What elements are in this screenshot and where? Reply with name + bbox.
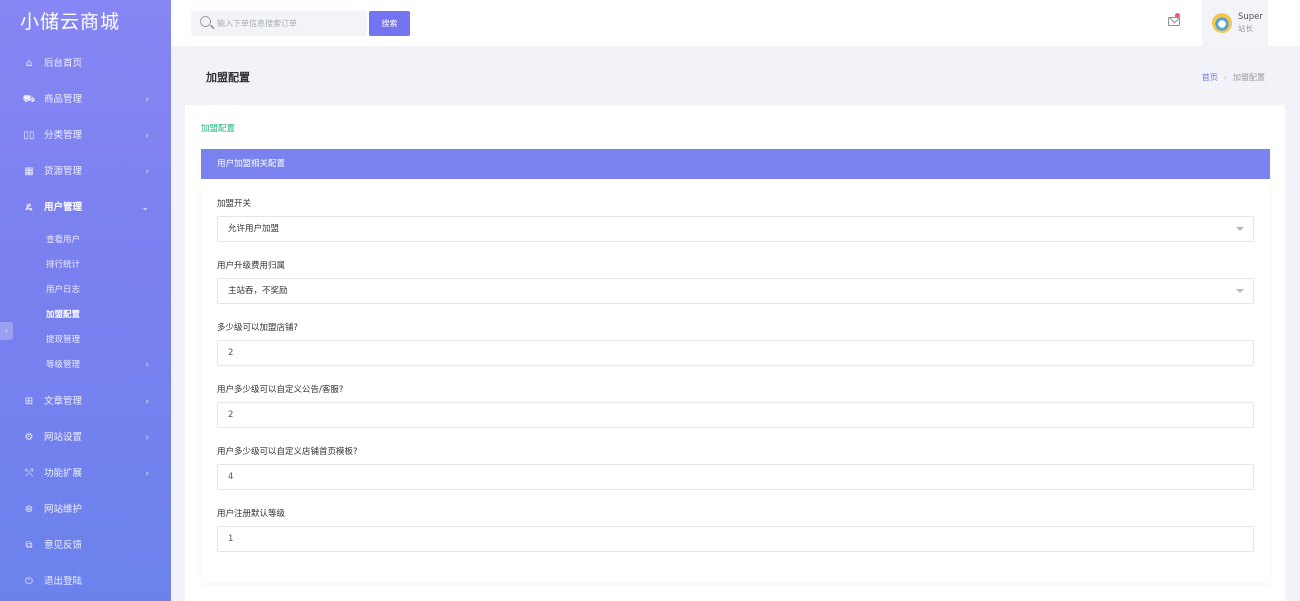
search-icon: [200, 16, 211, 27]
chevron-right-icon: ›: [145, 360, 149, 370]
nav-site-settings[interactable]: ⚙ 网站设置 ›: [0, 420, 171, 456]
book-icon: ⊞: [24, 396, 34, 407]
field-label-franchise-level: 多少级可以加盟店铺?: [217, 323, 299, 333]
chevron-right-icon: ›: [145, 469, 149, 479]
notice-level-input[interactable]: 2: [217, 402, 1254, 428]
field-label-franchise-switch: 加盟开关: [217, 199, 252, 209]
sub-item-ranking[interactable]: 排行统计: [0, 253, 171, 278]
content-card: 加盟配置 用户加盟相关配置 加盟开关 允许用户加盟 用户升级费用归属 主站吞，不…: [185, 105, 1285, 601]
nav-label: 功能扩展: [44, 468, 83, 479]
field-label-upgrade-fee: 用户升级费用归属: [217, 261, 286, 271]
nav-label: 网站维护: [44, 504, 83, 515]
chevron-down-icon: ⌄: [141, 203, 149, 213]
power-icon: ⏻: [25, 576, 33, 587]
sub-item-view-users[interactable]: 查看用户: [0, 228, 171, 253]
nav-label: 网站设置: [44, 432, 83, 443]
user-icon: ዴ: [25, 202, 33, 213]
page-header: 加盟配置 首页 › 加盟配置: [171, 46, 1300, 104]
sidebar: 小储云商城 ⌂ 后台首页 ⛟ 商品管理 › ▯▯ 分类管理 › ▦ 货源管理 › ዴ 用户…: [0, 0, 171, 601]
config-panel: 用户加盟相关配置 加盟开关 允许用户加盟 用户升级费用归属 主站吞，不奖励 多少…: [201, 149, 1270, 583]
breadcrumb-separator: ›: [1223, 73, 1227, 82]
search-button[interactable]: 搜索: [369, 11, 410, 36]
feedback-icon: ⧉: [25, 540, 33, 551]
nav-products[interactable]: ⛟ 商品管理 ›: [0, 82, 171, 118]
nav-users[interactable]: ዴ 用户管理 ⌄: [0, 190, 171, 226]
user-name: Super: [1238, 12, 1263, 22]
default-level-input[interactable]: 1: [217, 526, 1254, 552]
caret-down-icon: [1236, 289, 1244, 293]
nav-label: 文章管理: [44, 396, 83, 407]
topbar: 搜索 Super 站长: [171, 0, 1300, 46]
sub-item-withdrawals[interactable]: 提现管理: [0, 328, 171, 353]
mail-icon[interactable]: [1168, 17, 1180, 26]
chevron-right-icon: ›: [145, 433, 149, 443]
select-value: 主站吞，不奖励: [228, 286, 288, 296]
nav-articles[interactable]: ⊞ 文章管理 ›: [0, 384, 171, 420]
chevron-right-icon: ›: [5, 327, 8, 335]
grid-icon: ▦: [24, 166, 34, 177]
nav-label: 意见反馈: [44, 540, 83, 551]
franchise-level-input[interactable]: 2: [217, 340, 1254, 366]
template-level-input[interactable]: 4: [217, 464, 1254, 490]
field-label-notice-level: 用户多少级可以自定义公告/客服?: [217, 385, 344, 395]
franchise-switch-select[interactable]: 允许用户加盟: [217, 216, 1254, 242]
nav-label: 后台首页: [44, 58, 83, 69]
nav-feedback[interactable]: ⧉ 意见反馈: [0, 528, 171, 564]
nav-dashboard[interactable]: ⌂ 后台首页: [0, 46, 171, 82]
sub-item-franchise-config[interactable]: 加盟配置: [0, 303, 171, 328]
caret-down-icon: [1236, 227, 1244, 231]
nav-label: 货源管理: [44, 166, 83, 177]
home-icon: ⌂: [25, 58, 33, 69]
chevron-right-icon: ›: [145, 397, 149, 407]
upgrade-fee-select[interactable]: 主站吞，不奖励: [217, 278, 1254, 304]
shield-icon: ⊛: [24, 504, 34, 515]
user-menu[interactable]: Super 站长: [1202, 0, 1268, 46]
shuffle-icon: ⤲: [25, 468, 33, 479]
breadcrumb-current: 加盟配置: [1233, 73, 1265, 82]
brand-logo[interactable]: 小储云商城: [0, 0, 171, 46]
chevron-right-icon: ›: [145, 131, 149, 141]
nav-categories[interactable]: ▯▯ 分类管理 ›: [0, 118, 171, 154]
user-role: 站长: [1238, 24, 1253, 33]
breadcrumb: 首页 › 加盟配置: [1202, 72, 1265, 83]
sub-item-user-log[interactable]: 用户日志: [0, 278, 171, 303]
avatar: [1212, 13, 1232, 33]
collapse-handle[interactable]: ›: [0, 322, 13, 340]
chevron-right-icon: ›: [145, 167, 149, 177]
field-label-template-level: 用户多少级可以自定义店铺首页模板?: [217, 447, 358, 457]
nav-logout[interactable]: ⏻ 退出登陆: [0, 564, 171, 600]
card-label: 加盟配置: [201, 124, 236, 134]
nav-label: 退出登陆: [44, 576, 83, 587]
search-input[interactable]: [217, 11, 362, 36]
chevron-right-icon: ›: [145, 95, 149, 105]
nav-sources[interactable]: ▦ 货源管理 ›: [0, 154, 171, 190]
nav-label: 分类管理: [44, 130, 83, 141]
sub-item-levels[interactable]: 等级管理 ›: [0, 353, 171, 378]
panel-title: 用户加盟相关配置: [201, 149, 1270, 179]
search-box: [191, 11, 367, 36]
cart-icon: ⛟: [22, 94, 36, 105]
nav-extensions[interactable]: ⤲ 功能扩展 ›: [0, 456, 171, 492]
nav-maintenance[interactable]: ⊛ 网站维护: [0, 492, 171, 528]
category-icon: ▯▯: [23, 130, 35, 141]
select-value: 允许用户加盟: [228, 224, 280, 234]
page-title: 加盟配置: [206, 71, 250, 84]
sub-item-label: 等级管理: [46, 360, 81, 370]
users-submenu: 查看用户 排行统计 用户日志 加盟配置 提现管理 等级管理 ›: [0, 226, 171, 384]
breadcrumb-home[interactable]: 首页: [1202, 73, 1218, 82]
gear-icon: ⚙: [24, 432, 34, 443]
nav-label: 商品管理: [44, 94, 83, 105]
nav-label: 用户管理: [44, 202, 83, 213]
field-label-default-level: 用户注册默认等级: [217, 509, 286, 519]
notification-dot: [1175, 13, 1180, 18]
